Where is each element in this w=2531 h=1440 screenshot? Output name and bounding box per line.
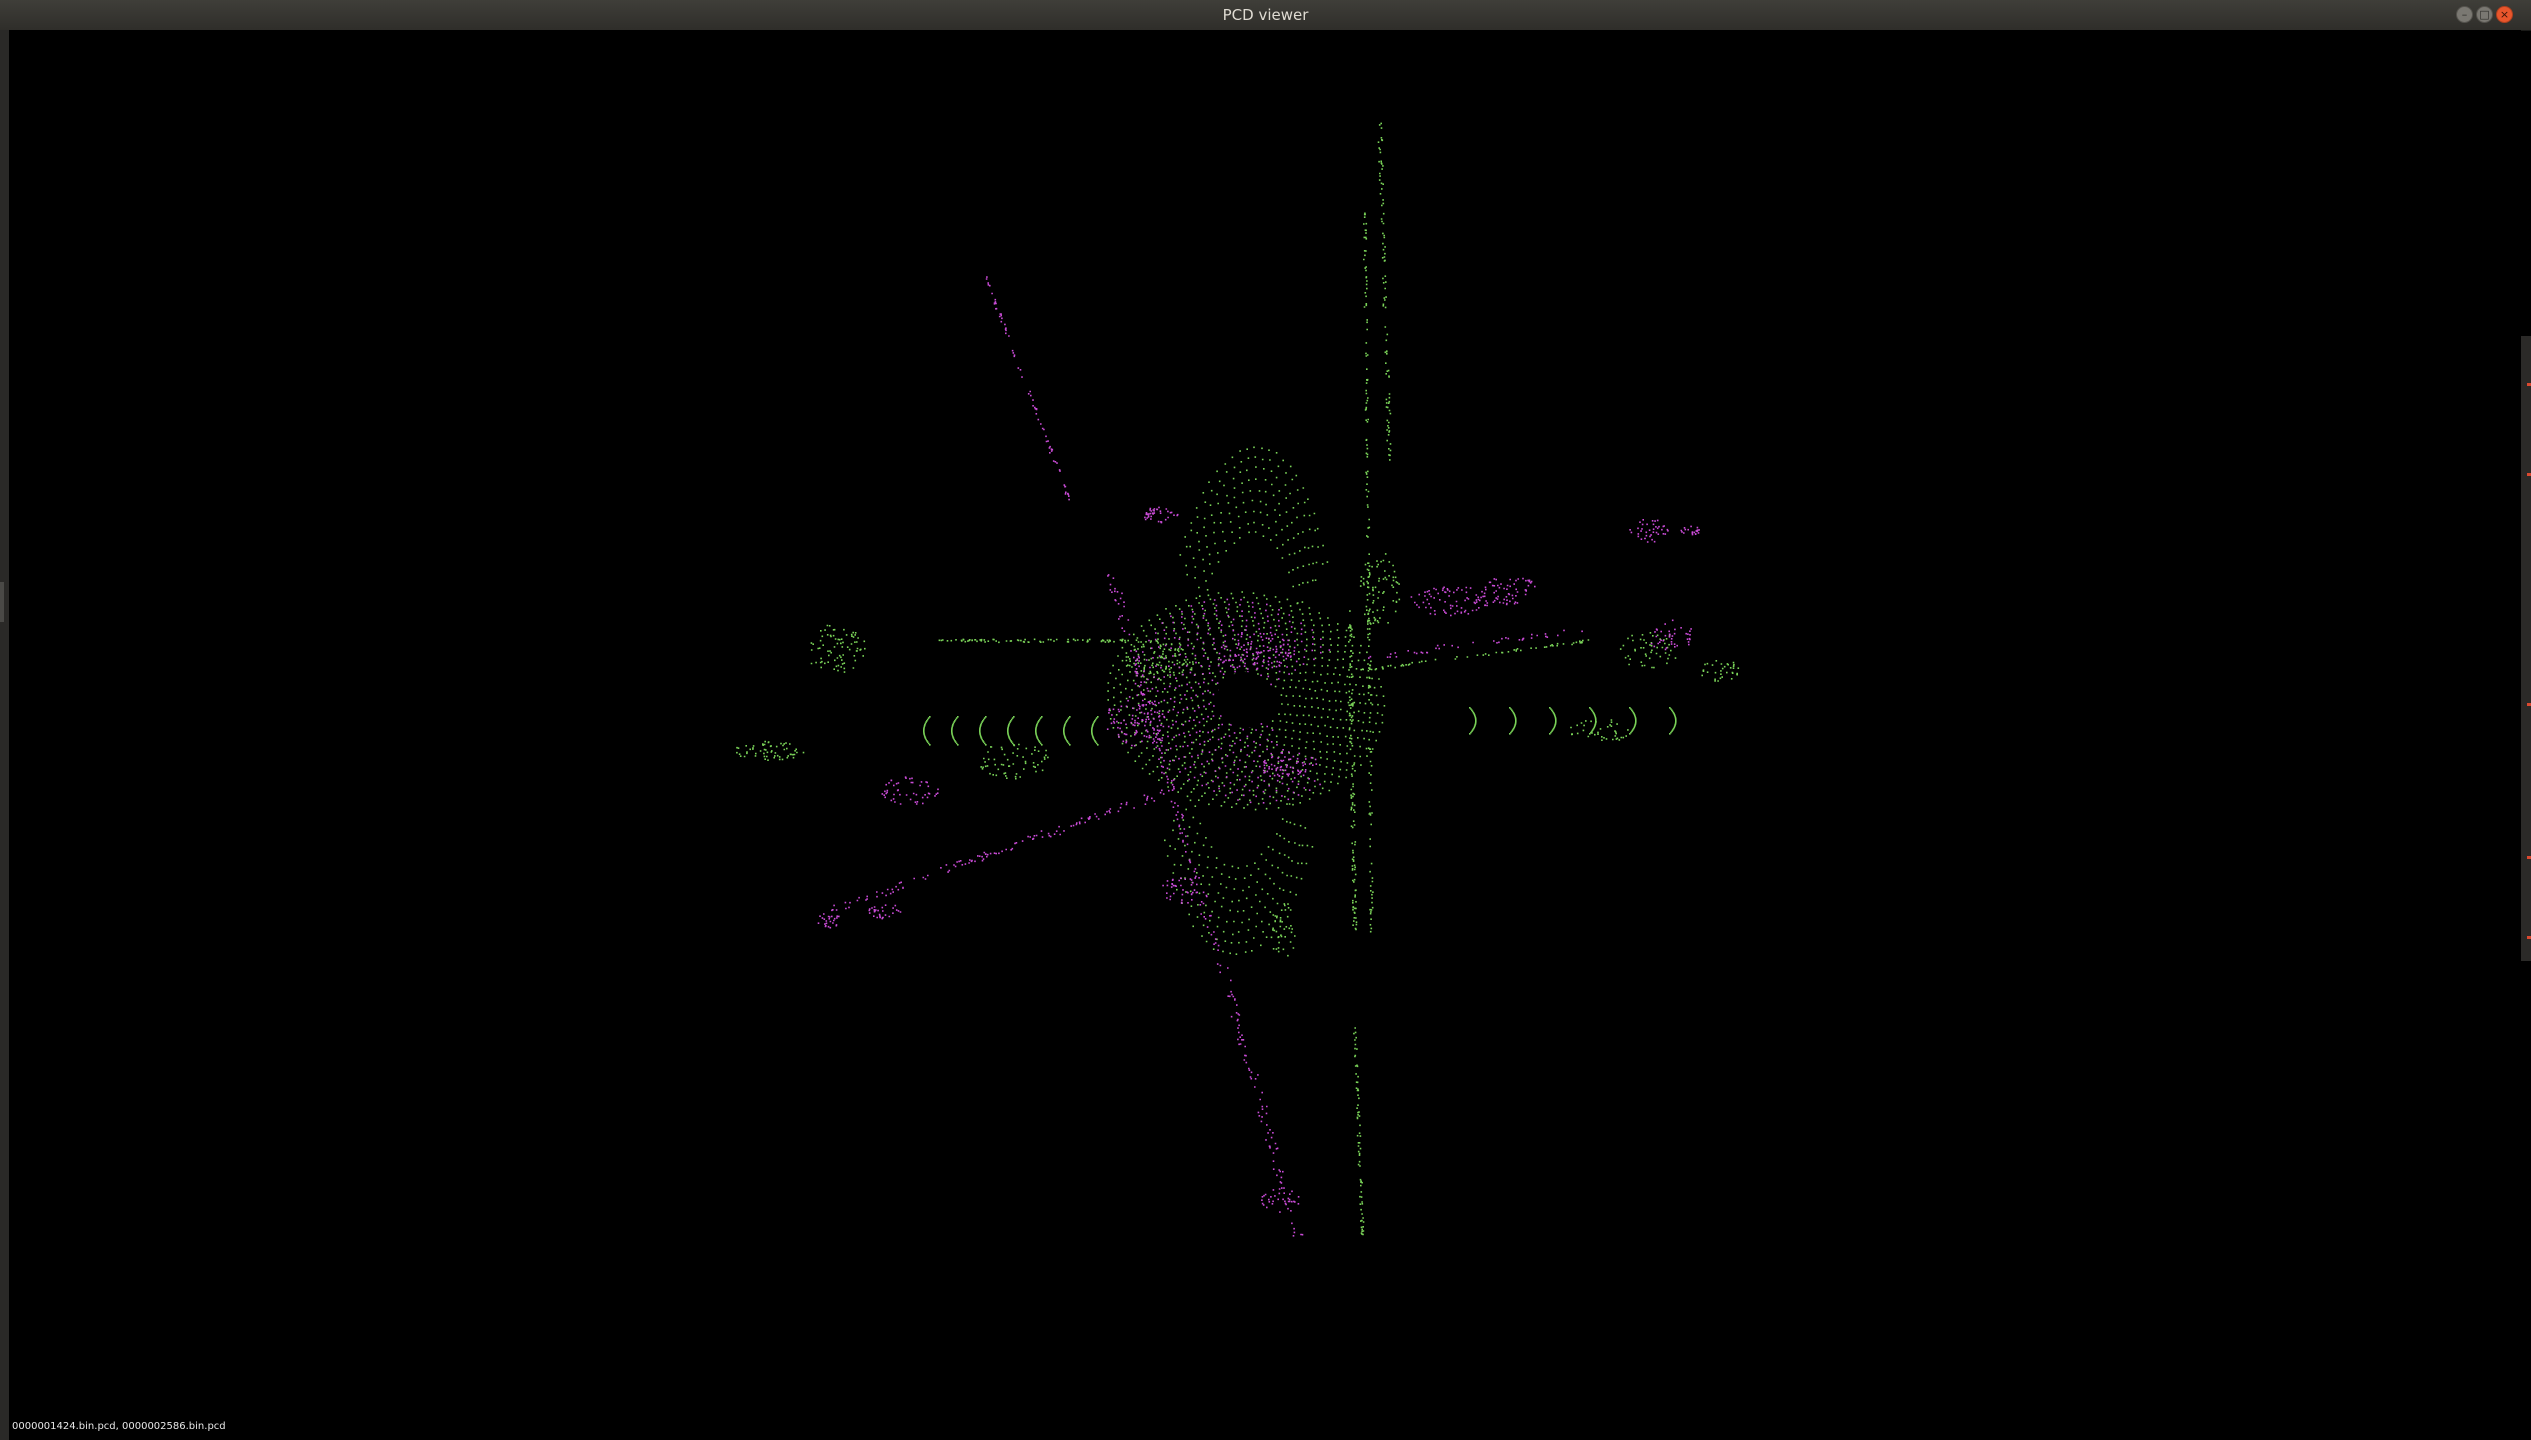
point-cloud-canvas[interactable] [9, 30, 2521, 1440]
point-cloud-viewport[interactable] [9, 30, 2521, 1440]
close-button[interactable]: × [2496, 6, 2513, 23]
loaded-files-label: 0000001424.bin.pcd, 0000002586.bin.pcd [12, 1421, 226, 1432]
close-icon: × [2499, 8, 2510, 21]
sensor-blind-spot [1217, 672, 1273, 728]
edge-marker [2527, 473, 2531, 476]
left-edge-handle [0, 582, 4, 622]
title-bar[interactable]: PCD viewer – □ × [0, 0, 2531, 31]
left-window-edge [0, 30, 9, 1440]
edge-marker [2527, 936, 2531, 939]
edge-marker [2527, 703, 2531, 706]
pcd-viewer-window: PCD viewer – □ × 0000001424.bin.pcd, 000… [0, 0, 2531, 1440]
window-title: PCD viewer [1222, 6, 1309, 24]
maximize-button[interactable]: □ [2476, 6, 2493, 23]
maximize-icon: □ [2479, 8, 2490, 21]
target-point-cloud [817, 276, 1700, 1237]
minimize-button[interactable]: – [2456, 6, 2473, 23]
right-window-edge [2521, 336, 2531, 961]
edge-marker [2527, 383, 2531, 386]
edge-marker [2527, 856, 2531, 859]
minimize-icon: – [2461, 8, 2468, 21]
